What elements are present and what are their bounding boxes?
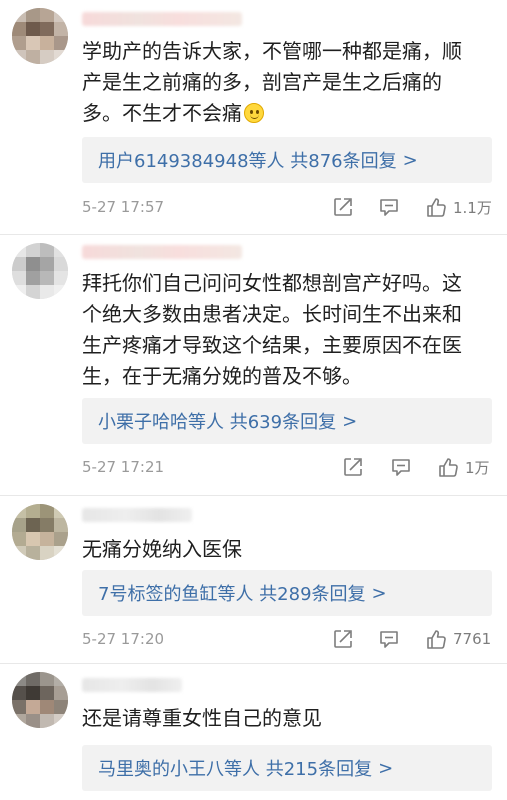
divider [0, 234, 507, 235]
share-button[interactable] [342, 454, 364, 480]
chevron-right-icon: > [402, 149, 418, 171]
like-button[interactable]: 1.1万 [425, 194, 492, 220]
chevron-right-icon: > [342, 410, 358, 432]
like-button[interactable]: 7761 [425, 626, 491, 652]
like-count: 1.1万 [453, 198, 492, 217]
divider [0, 495, 507, 496]
comment-icon [380, 199, 398, 216]
timestamp: 5-27 17:21 [82, 458, 165, 476]
thumbs-up-icon [439, 458, 458, 477]
slightly-smiling-face-icon [244, 103, 264, 123]
reply-summary-label: 马里奥的小王八等人 共215条回复 [98, 759, 373, 780]
comment-button[interactable] [378, 626, 400, 652]
reply-summary-button[interactable]: 小栗子哈哈等人 共639条回复 > [82, 398, 492, 444]
comment-text: 无痛分娩纳入医保 [82, 537, 242, 561]
reply-summary-button[interactable]: 用户6149384948等人 共876条回复 > [82, 137, 492, 183]
share-icon [334, 630, 352, 648]
comment-icon [380, 631, 398, 648]
reply-summary-label: 用户6149384948等人 共876条回复 [98, 151, 397, 172]
comment-icon [392, 459, 410, 476]
reply-summary-button[interactable]: 7号标签的鱼缸等人 共289条回复 > [82, 570, 492, 616]
username[interactable] [82, 245, 242, 259]
timestamp: 5-27 17:57 [82, 198, 165, 216]
share-icon [344, 458, 362, 476]
reply-summary-label: 小栗子哈哈等人 共639条回复 [98, 412, 337, 433]
reply-summary-label: 7号标签的鱼缸等人 共289条回复 [98, 584, 366, 605]
thumbs-up-icon [427, 198, 446, 217]
comment-button[interactable] [378, 194, 400, 220]
chevron-right-icon: > [378, 757, 394, 779]
chevron-right-icon: > [371, 582, 387, 604]
timestamp: 5-27 17:20 [82, 630, 165, 648]
share-icon [334, 198, 352, 216]
avatar[interactable] [12, 504, 68, 560]
avatar[interactable] [12, 8, 68, 64]
share-button[interactable] [332, 626, 354, 652]
avatar[interactable] [12, 672, 68, 728]
comment-text: 还是请尊重女性自己的意见 [82, 706, 322, 730]
reply-summary-button[interactable]: 马里奥的小王八等人 共215条回复 > [82, 745, 492, 791]
share-button[interactable] [332, 194, 354, 220]
comment-text: 学助产的告诉大家，不管哪一种都是痛，顺 产是生之前痛的多，剖宫产是生之后痛的 多… [82, 39, 462, 125]
like-button[interactable]: 1万 [437, 454, 490, 480]
username[interactable] [82, 678, 182, 692]
comment-text: 拜托你们自己问问女性都想剖宫产好吗。这 个绝大多数由患者决定。长时间生不出来和 … [82, 271, 462, 388]
username[interactable] [82, 12, 242, 26]
comment-button[interactable] [390, 454, 412, 480]
avatar[interactable] [12, 243, 68, 299]
thumbs-up-icon [427, 630, 446, 649]
username[interactable] [82, 508, 192, 522]
like-count: 1万 [465, 458, 490, 477]
like-count: 7761 [453, 630, 492, 648]
divider [0, 663, 507, 664]
